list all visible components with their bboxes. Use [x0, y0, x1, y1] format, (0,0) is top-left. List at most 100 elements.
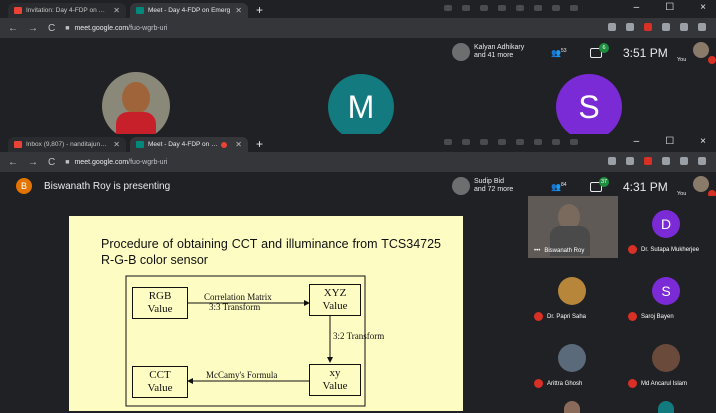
people-icon[interactable]: 👥84	[551, 182, 567, 192]
avatar	[558, 344, 586, 372]
participant-tile-s: S	[556, 74, 622, 136]
participant-avatar	[452, 177, 470, 195]
browser-window-2: Inbox (9,807) - nanditajune93@ ✕ Meet - …	[0, 134, 716, 200]
new-tab-button[interactable]: +	[252, 137, 267, 152]
people-icon[interactable]: 👥53	[551, 48, 567, 58]
close-window-button[interactable]: ×	[700, 136, 706, 147]
participant-tile[interactable]: S Saroj Bayen	[622, 263, 712, 325]
forward-arrow-icon[interactable]: →	[28, 157, 38, 168]
partial-tile	[564, 401, 580, 413]
avatar	[652, 344, 680, 372]
participant-avatar	[452, 43, 470, 61]
participant-preview[interactable]: Sudip Bid and 72 more	[452, 177, 513, 195]
close-tab-icon[interactable]: ✕	[235, 6, 242, 15]
avatar-letter: M	[347, 88, 375, 125]
avatar-letter: S	[578, 88, 600, 125]
maximize-button[interactable]: ☐	[665, 2, 674, 13]
minimize-button[interactable]: –	[634, 136, 640, 147]
maximize-button[interactable]: ☐	[665, 136, 674, 147]
flow-arrows	[125, 275, 366, 407]
tab-invitation[interactable]: Invitation: Day 4-FDP on Emergi ✕	[8, 3, 126, 18]
meet-stage-2: Procedure of obtaining CCT and illuminan…	[0, 196, 716, 413]
overlay-toolbar	[444, 2, 594, 14]
close-tab-icon[interactable]: ✕	[113, 140, 120, 149]
close-window-button[interactable]: ×	[700, 2, 706, 13]
participant-tile[interactable]: Dr. Papri Saha	[528, 263, 618, 325]
meet-top-bar: Kalyan Adhikary and 41 more 👥53 6 3:51 PM…	[0, 38, 716, 66]
box-rgb: RGB Value	[132, 287, 188, 319]
tab-meet[interactable]: Meet - Day 4-FDP on Emerg ✕	[130, 3, 248, 18]
url-field[interactable]: meet.google.com/fuo-wgrb-uri	[74, 159, 167, 166]
avatar-letter: S	[652, 277, 680, 305]
back-arrow-icon[interactable]: ←	[8, 157, 18, 168]
participant-name: Arittra Ghosh	[547, 380, 583, 387]
participant-name: Sudip Bid	[474, 178, 504, 185]
chat-badge: 6	[599, 43, 609, 53]
avatar	[693, 176, 709, 192]
window-controls: – ☐ ×	[634, 2, 706, 13]
lock-icon: ■	[65, 24, 70, 32]
box-xyz: XYZ Value	[309, 284, 361, 316]
participant-name: Kalyan Adhikary	[474, 44, 525, 51]
presentation-slide: Procedure of obtaining CCT and illuminan…	[69, 216, 463, 411]
close-tab-icon[interactable]: ✕	[113, 6, 120, 15]
url-field[interactable]: meet.google.com/fuo-wgrb-uri	[74, 25, 167, 32]
browser-window-1: Invitation: Day 4-FDP on Emergi ✕ Meet -…	[0, 0, 716, 66]
back-arrow-icon[interactable]: ←	[8, 23, 18, 34]
tab-strip: Invitation: Day 4-FDP on Emergi ✕ Meet -…	[0, 0, 716, 18]
chat-icon[interactable]: 37	[590, 177, 609, 192]
participant-preview[interactable]: Kalyan Adhikary and 41 more	[452, 43, 524, 61]
meet-icon	[136, 7, 144, 14]
chat-icon[interactable]: 6	[590, 43, 609, 58]
address-bar: ← → C ■ meet.google.com/fuo-wgrb-uri	[0, 18, 716, 38]
box-cct: CCT Value	[132, 366, 188, 398]
new-tab-button[interactable]: +	[252, 3, 267, 18]
minimize-button[interactable]: –	[634, 2, 640, 13]
label-3-2: 3:2 Transform	[333, 331, 385, 341]
participant-name: Dr. Sutapa Mukherjee	[641, 246, 700, 253]
lock-icon: ■	[65, 158, 70, 166]
you-label: You	[677, 57, 687, 63]
mic-off-icon	[628, 379, 637, 388]
address-bar: ← → C ■ meet.google.com/fuo-wgrb-uri	[0, 152, 716, 172]
gmail-icon	[14, 7, 22, 14]
reload-icon[interactable]: C	[48, 23, 55, 34]
participant-name: Saroj Bayen	[641, 313, 674, 320]
box-xy: xy Value	[309, 364, 361, 396]
reload-icon[interactable]: C	[48, 157, 55, 168]
avatar-letter: D	[652, 210, 680, 238]
tab-strip: Inbox (9,807) - nanditajune93@ ✕ Meet - …	[0, 134, 716, 152]
participant-name: Biswanath Roy	[544, 248, 585, 254]
participant-more: and 41 more	[474, 52, 514, 59]
avatar	[693, 42, 709, 58]
extension-icons	[608, 23, 706, 31]
participant-photo-tile	[102, 72, 170, 136]
forward-arrow-icon[interactable]: →	[28, 23, 38, 34]
people-count: 53	[560, 48, 567, 54]
participant-tile[interactable]: D Dr. Sutapa Mukherjee	[622, 196, 712, 258]
chat-badge: 37	[599, 177, 609, 187]
presenter-avatar: B	[16, 178, 32, 194]
avatar	[558, 277, 586, 305]
extension-icons	[608, 157, 706, 165]
tab-label: Invitation: Day 4-FDP on Emergi	[26, 7, 109, 14]
gmail-icon	[14, 141, 22, 148]
more-icon[interactable]: •••	[534, 248, 540, 254]
close-tab-icon[interactable]: ✕	[235, 140, 242, 149]
participant-tile[interactable]: ••• Biswanath Roy	[528, 196, 618, 258]
participant-name: Md Ancarul Islam	[641, 380, 688, 387]
people-count: 84	[560, 182, 567, 188]
participant-tile[interactable]: Md Ancarul Islam	[622, 330, 712, 392]
tab-meet[interactable]: Meet - Day 4-FDP on Emerg ✕	[130, 137, 248, 152]
meet-icon	[136, 141, 144, 148]
label-mccamy: McCamy's Formula	[206, 370, 278, 380]
record-indicator	[708, 56, 716, 64]
partial-tile	[658, 401, 674, 413]
tab-label: Meet - Day 4-FDP on Emerg	[148, 141, 218, 148]
tab-inbox[interactable]: Inbox (9,807) - nanditajune93@ ✕	[8, 137, 126, 152]
participant-tile[interactable]: Arittra Ghosh	[528, 330, 618, 392]
tab-label: Inbox (9,807) - nanditajune93@	[26, 141, 110, 148]
window-controls: – ☐ ×	[634, 136, 706, 147]
meet-stage-1: M S	[0, 66, 716, 136]
overlay-toolbar	[444, 136, 594, 148]
